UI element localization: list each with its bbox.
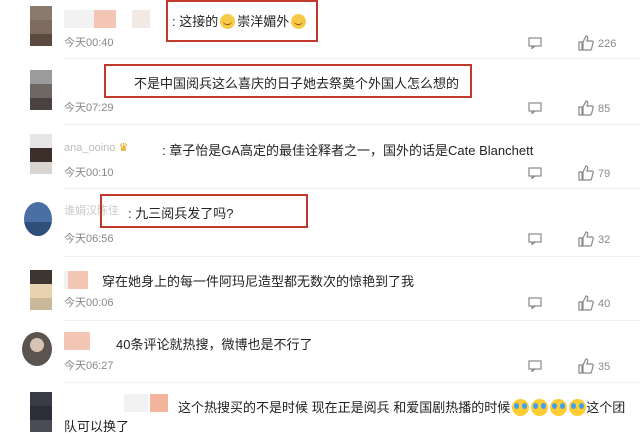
thumbs-up-icon[interactable] [578,358,594,374]
divider [64,256,640,257]
crying-laugh-emoji-icon [512,399,530,416]
highlight-box [166,0,318,42]
comment-text: 40条评论就热搜，微博也是不行了 [116,337,313,352]
like-count: 226 [598,38,617,50]
divider [64,382,640,383]
divider [64,124,640,125]
avatar[interactable] [30,392,52,432]
comment-time: 今天00:06 [64,297,114,309]
avatar[interactable] [30,270,52,310]
comment-time: 今天06:56 [64,233,114,245]
like-count: 79 [598,168,611,180]
comment-item: 谁娟汉陈佳 : 九三阅兵发了吗? 今天06:56 32 [0,190,640,256]
comment-text: 这个热搜买的不是时候 现在正是阅兵 和爱国剧热播的时候 这个团 [178,399,626,416]
comment-item: 穿在她身上的每一件阿玛尼造型都无数次的惊艳到了我 今天00:06 40 [0,258,640,320]
like-count: 40 [598,298,611,310]
comment-time: 今天00:40 [64,37,114,49]
comment-text: : 章子怡是GA高定的最佳诠释者之一，国外的话是Cate Blanchett [162,143,534,158]
comment-bubble-icon[interactable] [528,360,542,372]
divider [64,320,640,321]
crying-laugh-emoji-icon [550,399,568,416]
comment-time: 今天07:29 [64,102,114,114]
avatar[interactable] [24,202,52,236]
crying-laugh-emoji-icon [569,399,587,416]
comment-bubble-icon[interactable] [528,102,542,114]
comment-time: 今天06:27 [64,360,114,372]
comment-bubble-icon[interactable] [528,167,542,179]
thumbs-up-icon[interactable] [578,231,594,247]
avatar[interactable] [30,134,52,174]
thumbs-up-icon[interactable] [578,165,594,181]
thumbs-up-icon[interactable] [578,35,594,51]
like-count: 85 [598,103,611,115]
username[interactable]: ana_ooino ♛ [64,141,128,154]
crown-badge-icon: ♛ [118,142,129,154]
masked-username [132,10,150,28]
crying-laugh-emoji-icon [531,399,549,416]
avatar[interactable] [30,6,52,46]
like-count: 32 [598,234,611,246]
avatar[interactable] [30,70,52,110]
comment-time: 今天00:10 [64,167,114,179]
comment-item: 不是中国阅兵这么喜庆的日子她去祭奠个外国人怎么想的 今天07:29 85 [0,60,640,124]
comment-bubble-icon[interactable] [528,297,542,309]
comment-bubble-icon[interactable] [528,37,542,49]
divider [64,58,640,59]
masked-username [94,10,116,28]
masked-username [124,394,148,412]
comment-text-line2: 队可以换了 [64,419,130,434]
thumbs-up-icon[interactable] [578,295,594,311]
masked-username [64,10,94,28]
masked-username [68,271,88,289]
highlight-box [100,194,308,228]
comment-item: ana_ooino ♛ : 章子怡是GA高定的最佳诠释者之一，国外的话是Cate… [0,126,640,188]
comment-item: : 这接的 崇洋媚外 今天00:40 226 [0,0,640,60]
avatar[interactable] [22,332,52,366]
like-count: 35 [598,361,611,373]
comment-bubble-icon[interactable] [528,233,542,245]
masked-username [150,394,168,412]
thumbs-up-icon[interactable] [578,100,594,116]
comment-text: 穿在她身上的每一件阿玛尼造型都无数次的惊艳到了我 [102,274,415,289]
comment-text: 不是中国阅兵这么喜庆的日子她去祭奠个外国人怎么想的 [134,76,460,91]
comment-item: 这个热搜买的不是时候 现在正是阅兵 和爱国剧热播的时候 这个团 队可以换了 [0,384,640,434]
masked-username [64,332,90,350]
divider [64,188,640,189]
comment-item: 40条评论就热搜，微博也是不行了 今天06:27 35 [0,322,640,382]
